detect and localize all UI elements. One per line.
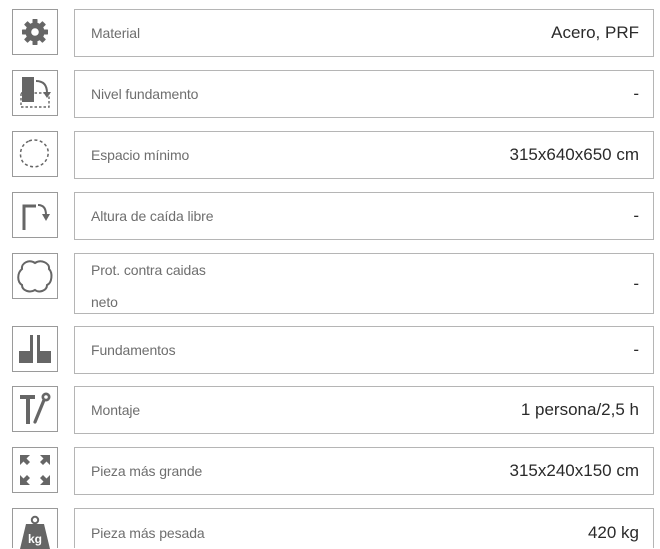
spec-label: Pieza más grande bbox=[91, 463, 203, 479]
spec-label: Pieza más pesada bbox=[91, 525, 205, 541]
spec-label: Material bbox=[91, 25, 140, 41]
spec-value: - bbox=[633, 84, 639, 103]
spec-value: Acero, PRF bbox=[551, 23, 639, 42]
spec-value: - bbox=[633, 273, 639, 293]
spec-value-box: Material Acero, PRF bbox=[74, 9, 654, 57]
spec-value: 1 persona/2,5 h bbox=[520, 400, 639, 419]
spec-row-foundation-level: Nivel fundamento - bbox=[12, 70, 655, 118]
foundations-icon bbox=[12, 326, 58, 372]
spec-value: 420 kg bbox=[587, 523, 639, 542]
spec-value-box: Altura de caída libre - bbox=[74, 192, 654, 240]
spec-label-line: neto bbox=[91, 294, 118, 310]
spec-value: - bbox=[633, 206, 639, 225]
spec-value-box: Pieza más pesada 420 kg bbox=[74, 508, 654, 548]
spec-row-free-fall-height: Altura de caída libre - bbox=[12, 192, 655, 240]
spec-value: 315x640x650 cm bbox=[509, 145, 639, 164]
spec-value-box: Fundamentos - bbox=[74, 326, 654, 374]
spec-label: Prot. contra caidas neto bbox=[91, 254, 206, 318]
tools-icon bbox=[12, 386, 58, 432]
spec-row-fall-protection: Prot. contra caidas neto - bbox=[12, 253, 655, 314]
spec-value: 315x240x150 cm bbox=[509, 461, 639, 480]
spec-value-box: Prot. contra caidas neto - bbox=[74, 253, 654, 314]
spec-value-box: Nivel fundamento - bbox=[74, 70, 654, 118]
foundation-level-icon bbox=[12, 70, 58, 116]
spec-value-box: Montaje 1 persona/2,5 h bbox=[74, 386, 654, 434]
spec-row-largest-piece: Pieza más grande 315x240x150 cm bbox=[12, 447, 655, 495]
expand-arrows-icon bbox=[12, 447, 58, 493]
weight-kg-label: kg bbox=[28, 532, 42, 546]
spec-label: Altura de caída libre bbox=[91, 208, 214, 224]
spec-label: Montaje bbox=[91, 402, 141, 418]
spec-label: Nivel fundamento bbox=[91, 86, 199, 102]
minimum-space-icon bbox=[12, 131, 58, 177]
gear-icon bbox=[12, 9, 58, 55]
fall-protection-icon bbox=[12, 253, 58, 299]
spec-value-box: Espacio mínimo 315x640x650 cm bbox=[74, 131, 654, 179]
spec-value-box: Pieza más grande 315x240x150 cm bbox=[74, 447, 654, 495]
spec-value: - bbox=[633, 340, 639, 359]
spec-row-foundations: Fundamentos - bbox=[12, 326, 655, 374]
spec-row-assembly: Montaje 1 persona/2,5 h bbox=[12, 386, 655, 434]
spec-label: Espacio mínimo bbox=[91, 147, 190, 163]
spec-label: Fundamentos bbox=[91, 342, 176, 358]
spec-row-minimum-space: Espacio mínimo 315x640x650 cm bbox=[12, 131, 655, 179]
weight-kg-icon: kg bbox=[12, 508, 58, 549]
spec-row-heaviest-piece: kg Pieza más pesada 420 kg bbox=[12, 508, 655, 549]
spec-label-line: Prot. contra caidas bbox=[91, 262, 206, 278]
spec-row-material: Material Acero, PRF bbox=[12, 9, 655, 57]
free-fall-height-icon bbox=[12, 192, 58, 238]
